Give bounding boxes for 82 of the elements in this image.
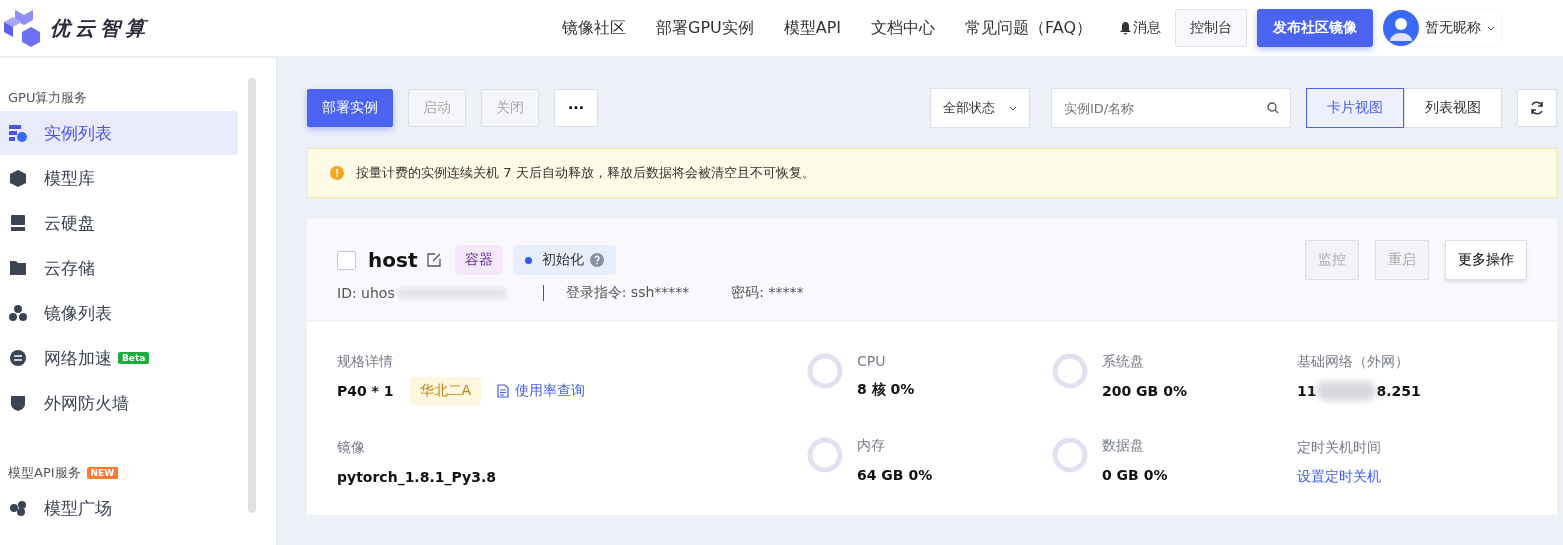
field-label: 定时关机时间 <box>1297 439 1382 457</box>
brand-name: 优云智算 <box>50 14 150 42</box>
field-label: 规格详情 <box>337 353 394 371</box>
shield-icon <box>8 393 28 413</box>
warning-icon <box>330 166 344 180</box>
cube-icon <box>8 168 28 188</box>
caret-icon <box>1009 105 1017 111</box>
console-button[interactable]: 控制台 <box>1175 9 1248 47</box>
login-command: 登录指令: ssh***** <box>565 284 690 302</box>
usage-ring <box>1052 437 1088 473</box>
metric-label: 数据盘 <box>1102 437 1145 455</box>
metric-label: 系统盘 <box>1102 353 1145 371</box>
checkbox[interactable] <box>337 250 356 270</box>
sidebar-item[interactable]: 实例列表 <box>0 111 238 155</box>
caret-icon <box>1487 25 1496 31</box>
deploy-button[interactable]: 部署实例 <box>307 89 393 127</box>
status-dropdown[interactable]: 全部状态 <box>930 88 1030 128</box>
avatar-icon <box>1383 10 1420 46</box>
action-button[interactable]: 更多操作 <box>1445 240 1527 280</box>
scrollbar[interactable] <box>248 78 256 513</box>
metric-value: 8 核 0% <box>857 381 915 399</box>
network-icon <box>8 348 28 368</box>
nav-link[interactable]: 镜像社区 <box>562 17 626 39</box>
user-menu[interactable]: 暂无昵称 <box>1383 10 1502 46</box>
sidebar-item[interactable]: 模型库 <box>0 156 238 200</box>
status-tag: 初始化 <box>513 245 617 275</box>
logo-icon <box>2 8 40 48</box>
refresh-button[interactable] <box>1517 89 1557 127</box>
document-icon <box>497 384 510 398</box>
folder-icon <box>8 258 28 278</box>
sidebar-item[interactable]: 镜像列表 <box>0 291 238 335</box>
status-dot <box>525 256 533 264</box>
sidebar-item[interactable]: 云硬盘 <box>0 201 238 245</box>
usage-ring <box>1052 353 1088 389</box>
server-icon <box>8 123 28 143</box>
usage-ring <box>807 353 843 389</box>
image-value: pytorch_1.8.1_Py3.8 <box>337 469 496 485</box>
metric-value: 200 GB 0% <box>1102 383 1187 399</box>
view-tab[interactable]: 列表视图 <box>1404 88 1502 128</box>
shutdown-link[interactable]: 设置定时关机 <box>1297 468 1381 486</box>
new-badge: NEW <box>86 467 119 479</box>
field-label: 镜像 <box>337 439 366 457</box>
spec-value: P40 * 1 <box>337 383 394 399</box>
password: 密码: ***** <box>731 284 804 302</box>
usage-link[interactable]: 使用率查询 <box>497 382 586 400</box>
field-label: 基础网络（外网） <box>1297 353 1410 371</box>
nav-link[interactable]: 常见问题（FAQ） <box>965 17 1093 39</box>
section-title: GPU算力服务 <box>8 89 88 107</box>
notice-text: 按量计费的实例连续关机 7 天后自动释放，释放后数据将会被清空且不可恢复。 <box>356 164 815 182</box>
publish-button[interactable]: 发布社区镜像 <box>1257 9 1374 47</box>
usage-ring <box>807 437 843 473</box>
refresh-icon <box>1529 100 1545 116</box>
sidebar-item[interactable]: 外网防火墙 <box>0 381 238 425</box>
view-tab[interactable]: 卡片视图 <box>1306 88 1404 128</box>
metric-value: 64 GB 0% <box>857 467 933 483</box>
instance-id: ID: uhos <box>337 285 395 301</box>
nav-link[interactable]: 部署GPU实例 <box>656 17 754 39</box>
instance-name: host <box>368 248 418 272</box>
more-button[interactable]: ··· <box>554 89 598 127</box>
nav-link[interactable]: 文档中心 <box>871 17 936 39</box>
metric-label: 内存 <box>857 437 886 455</box>
section-title: 模型API服务 <box>8 464 81 482</box>
cubes-icon <box>8 498 28 518</box>
region-tag: 华北二A <box>409 377 482 405</box>
search-icon <box>1267 102 1279 114</box>
help-icon[interactable] <box>590 253 605 267</box>
sidebar-item[interactable]: 网络加速 Beta <box>0 336 238 380</box>
sidebar-item[interactable]: 云存储 <box>0 246 238 290</box>
nav-link[interactable]: 模型API <box>783 17 842 39</box>
redaction-blur <box>1316 381 1377 401</box>
disk-icon <box>8 213 28 233</box>
search-field[interactable]: 实例ID/名称 <box>1051 88 1291 128</box>
ip-prefix: 11 <box>1297 383 1317 399</box>
metric-label: CPU <box>857 353 887 369</box>
edit-icon[interactable] <box>427 253 442 267</box>
messages-link[interactable]: 消息 <box>1120 19 1162 37</box>
ip-suffix: 8.251 <box>1376 383 1421 399</box>
bell-icon <box>1120 21 1132 35</box>
type-tag: 容器 <box>455 245 504 275</box>
sidebar-item[interactable]: 模型广场 <box>0 486 238 530</box>
cubes-icon <box>8 303 28 323</box>
metric-value: 0 GB 0% <box>1102 467 1168 483</box>
